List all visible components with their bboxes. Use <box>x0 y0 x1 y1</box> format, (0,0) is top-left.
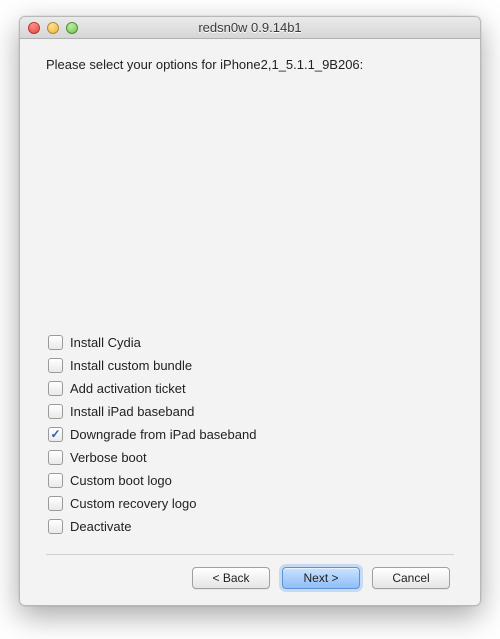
checkbox-icon[interactable] <box>48 427 63 442</box>
app-window: redsn0w 0.9.14b1 Please select your opti… <box>19 16 481 606</box>
traffic-lights <box>28 22 78 34</box>
option-row[interactable]: Install iPad baseband <box>48 404 454 419</box>
prompt-text: Please select your options for iPhone2,1… <box>46 57 454 72</box>
checkbox-icon[interactable] <box>48 450 63 465</box>
checkbox-icon[interactable] <box>48 473 63 488</box>
checkbox-icon[interactable] <box>48 381 63 396</box>
option-label: Add activation ticket <box>70 381 186 396</box>
option-row[interactable]: Add activation ticket <box>48 381 454 396</box>
checkbox-icon[interactable] <box>48 335 63 350</box>
cancel-button[interactable]: Cancel <box>372 567 450 589</box>
checkbox-icon[interactable] <box>48 496 63 511</box>
option-row[interactable]: Verbose boot <box>48 450 454 465</box>
option-label: Custom recovery logo <box>70 496 196 511</box>
button-row: < Back Next > Cancel <box>46 567 454 589</box>
option-row[interactable]: Custom boot logo <box>48 473 454 488</box>
close-icon[interactable] <box>28 22 40 34</box>
option-row[interactable]: Deactivate <box>48 519 454 534</box>
option-label: Verbose boot <box>70 450 147 465</box>
checkbox-icon[interactable] <box>48 519 63 534</box>
option-label: Custom boot logo <box>70 473 172 488</box>
option-label: Deactivate <box>70 519 131 534</box>
option-row[interactable]: Custom recovery logo <box>48 496 454 511</box>
zoom-icon[interactable] <box>66 22 78 34</box>
option-row[interactable]: Install custom bundle <box>48 358 454 373</box>
checkbox-icon[interactable] <box>48 404 63 419</box>
checkbox-icon[interactable] <box>48 358 63 373</box>
window-title: redsn0w 0.9.14b1 <box>20 20 480 35</box>
back-button[interactable]: < Back <box>192 567 270 589</box>
options-list: Install Cydia Install custom bundle Add ac… <box>46 335 454 534</box>
spacer <box>46 74 454 335</box>
titlebar: redsn0w 0.9.14b1 <box>20 17 480 39</box>
content-pane: Please select your options for iPhone2,1… <box>20 39 480 605</box>
option-row[interactable]: Downgrade from iPad baseband <box>48 427 454 442</box>
option-label: Install Cydia <box>70 335 141 350</box>
next-button[interactable]: Next > <box>282 567 360 589</box>
option-row[interactable]: Install Cydia <box>48 335 454 350</box>
minimize-icon[interactable] <box>47 22 59 34</box>
option-label: Install custom bundle <box>70 358 192 373</box>
option-label: Install iPad baseband <box>70 404 194 419</box>
divider <box>46 554 454 555</box>
option-label: Downgrade from iPad baseband <box>70 427 256 442</box>
